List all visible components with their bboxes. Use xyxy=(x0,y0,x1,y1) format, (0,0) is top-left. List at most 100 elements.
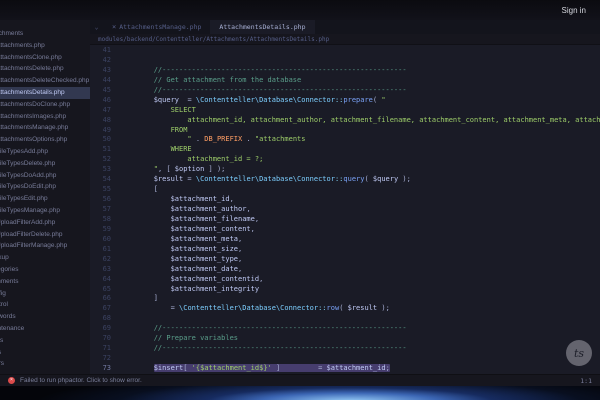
sidebar-file[interactable]: UploadFilterAdd.php xyxy=(0,217,90,229)
tab-close-icon[interactable]: × xyxy=(112,23,116,31)
line-number: 66 xyxy=(90,294,120,304)
sidebar-folder[interactable]: ⌄Config xyxy=(0,288,90,300)
code-line[interactable]: 42 xyxy=(90,56,600,66)
code-line[interactable]: 70 // Prepare variables xyxy=(90,334,600,344)
sidebar-folder[interactable]: ⌄Users xyxy=(0,358,90,370)
code-line[interactable]: 68 xyxy=(90,314,600,324)
code-line[interactable]: 67 = \Contentteller\Database\Connector::… xyxy=(90,304,600,314)
line-number: 61 xyxy=(90,245,120,255)
code-line[interactable]: 58 $attachment_filename, xyxy=(90,215,600,225)
editor-main: ⌄ ×AttachmentsManage.phpAttachmentsDetai… xyxy=(90,20,600,374)
sidebar-file[interactable]: Attachments.php xyxy=(0,40,90,52)
file-name: FileTypesDelete.php xyxy=(0,160,55,167)
code-line[interactable]: 59 $attachment_content, xyxy=(90,225,600,235)
sidebar-file[interactable]: FileTypesEdit.php xyxy=(0,193,90,205)
sidebar-folder[interactable]: ⌄News xyxy=(0,335,90,347)
sidebar-file[interactable]: AttachmentsDetails.php xyxy=(0,87,90,99)
code-line[interactable]: 56 $attachment_id, xyxy=(90,195,600,205)
file-name: UploadFilterManage.php xyxy=(0,242,67,249)
code-line[interactable]: 49 FROM xyxy=(90,126,600,136)
breadcrumb-path: modules/backend/Contentteller/Attachment… xyxy=(98,36,329,43)
line-number: 46 xyxy=(90,96,120,106)
editor-tab[interactable]: AttachmentsDetails.php xyxy=(210,20,314,34)
file-name: Categories xyxy=(0,266,18,273)
code-line[interactable]: 69 //-----------------------------------… xyxy=(90,324,600,334)
line-number: 49 xyxy=(90,126,120,136)
desktop-wallpaper-glow xyxy=(0,386,600,400)
code-editor[interactable]: 414243 //-------------------------------… xyxy=(90,45,600,374)
code-line[interactable]: 48 attachment_id, attachment_author, att… xyxy=(90,116,600,126)
code-line[interactable]: 73 $insert[ '{$attachment_id$}' ] = $att… xyxy=(90,364,600,374)
line-number: 63 xyxy=(90,265,120,275)
code-line[interactable]: 65 $attachment_integrity xyxy=(90,285,600,295)
sidebar-folder[interactable]: ⌄Categories xyxy=(0,264,90,276)
code-line[interactable]: 44 // Get attachment from the database xyxy=(90,76,600,86)
sidebar-file[interactable]: UploadFilterDelete.php xyxy=(0,229,90,241)
file-name: UploadFilterAdd.php xyxy=(0,219,55,226)
line-number: 59 xyxy=(90,225,120,235)
line-number: 62 xyxy=(90,255,120,265)
code-line[interactable]: 54 $result = \Contentteller\Database\Con… xyxy=(90,175,600,185)
code-line[interactable]: 51 WHERE xyxy=(90,145,600,155)
code-line[interactable]: 72 xyxy=(90,354,600,364)
sidebar-folder[interactable]: ⌄Backup xyxy=(0,252,90,264)
line-number: 55 xyxy=(90,185,120,195)
sidebar-folder[interactable]: ⌄Attachments xyxy=(0,28,90,40)
code-line[interactable]: 66 ] xyxy=(90,294,600,304)
code-line[interactable]: 57 $attachment_author, xyxy=(90,205,600,215)
sidebar-file[interactable]: AttachmentsManage.php xyxy=(0,122,90,134)
code-line[interactable]: 62 $attachment_type, xyxy=(90,255,600,265)
sidebar-file[interactable]: AttachmentsOptions.php xyxy=(0,134,90,146)
sidebar-file[interactable]: FileTypesDoEdit.php xyxy=(0,181,90,193)
code-line[interactable]: 46 $query = \Contentteller\Database\Conn… xyxy=(90,96,600,106)
sidebar-folder[interactable]: ⌄Polls xyxy=(0,347,90,359)
sidebar-file[interactable]: AttachmentsImages.php xyxy=(0,111,90,123)
code-line[interactable]: 52 attachment_id = ?; xyxy=(90,155,600,165)
file-explorer[interactable]: ⌄AttachmentsAttachments.phpAttachmentsCl… xyxy=(0,20,90,374)
sidebar-folder[interactable]: ⌄Maintenance xyxy=(0,323,90,335)
code-line[interactable]: 61 $attachment_size, xyxy=(90,245,600,255)
code-line[interactable]: 41 xyxy=(90,46,600,56)
sidebar-file[interactable]: FileTypesAdd.php xyxy=(0,146,90,158)
line-number: 56 xyxy=(90,195,120,205)
sidebar-file[interactable]: FileTypesManage.php xyxy=(0,205,90,217)
sign-in-link[interactable]: Sign in xyxy=(562,6,586,15)
code-line[interactable]: 45 //-----------------------------------… xyxy=(90,86,600,96)
file-name: AttachmentsDetails.php xyxy=(0,89,65,96)
code-line[interactable]: 47 SELECT xyxy=(90,106,600,116)
file-name: News xyxy=(0,337,3,344)
sidebar-file[interactable]: AttachmentsClone.php xyxy=(0,52,90,64)
sidebar-file[interactable]: FileTypesDelete.php xyxy=(0,158,90,170)
sidebar-file[interactable]: FileTypesDoAdd.php xyxy=(0,170,90,182)
error-icon: × xyxy=(8,377,15,384)
code-line[interactable]: 60 $attachment_meta, xyxy=(90,235,600,245)
sidebar-file[interactable]: AttachmentsDelete.php xyxy=(0,63,90,75)
sidebar-file[interactable]: AttachmentsDoClone.php xyxy=(0,99,90,111)
code-line[interactable]: 43 //-----------------------------------… xyxy=(90,66,600,76)
code-line[interactable]: 50 " . DB_PREFIX . "attachments xyxy=(90,135,600,145)
editor-body: ⌄AttachmentsAttachments.phpAttachmentsCl… xyxy=(0,20,600,374)
line-number: 44 xyxy=(90,76,120,86)
sidebar-file[interactable]: AttachmentsDeleteChecked.php xyxy=(0,75,90,87)
file-name: Keywords xyxy=(0,313,16,320)
sidebar-file[interactable]: UploadFilterManage.php xyxy=(0,240,90,252)
sidebar-folder[interactable]: ⌄Keywords xyxy=(0,311,90,323)
sidebar-folder[interactable]: ⌄Comments xyxy=(0,276,90,288)
sidebar-folder[interactable]: ⌄Control xyxy=(0,299,90,311)
code-line[interactable]: 71 //-----------------------------------… xyxy=(90,344,600,354)
file-name: FileTypesDoEdit.php xyxy=(0,183,56,190)
file-name: Polls xyxy=(0,349,1,356)
line-number: 72 xyxy=(90,354,120,364)
line-number: 68 xyxy=(90,314,120,324)
line-number: 43 xyxy=(90,66,120,76)
code-line[interactable]: 64 $attachment_contentid, xyxy=(90,275,600,285)
tabs-container: ×AttachmentsManage.phpAttachmentsDetails… xyxy=(103,20,315,34)
editor-tab[interactable]: ×AttachmentsManage.php xyxy=(103,20,210,34)
code-line[interactable]: 63 $attachment_date, xyxy=(90,265,600,275)
chevron-down-icon[interactable]: ⌄ xyxy=(90,20,103,34)
code-line[interactable]: 55 [ xyxy=(90,185,600,195)
line-number: 54 xyxy=(90,175,120,185)
code-line[interactable]: 53 ", [ $option ] ); xyxy=(90,165,600,175)
status-error-message[interactable]: Failed to run phpactor. Click to show er… xyxy=(20,377,142,384)
line-number: 67 xyxy=(90,304,120,314)
